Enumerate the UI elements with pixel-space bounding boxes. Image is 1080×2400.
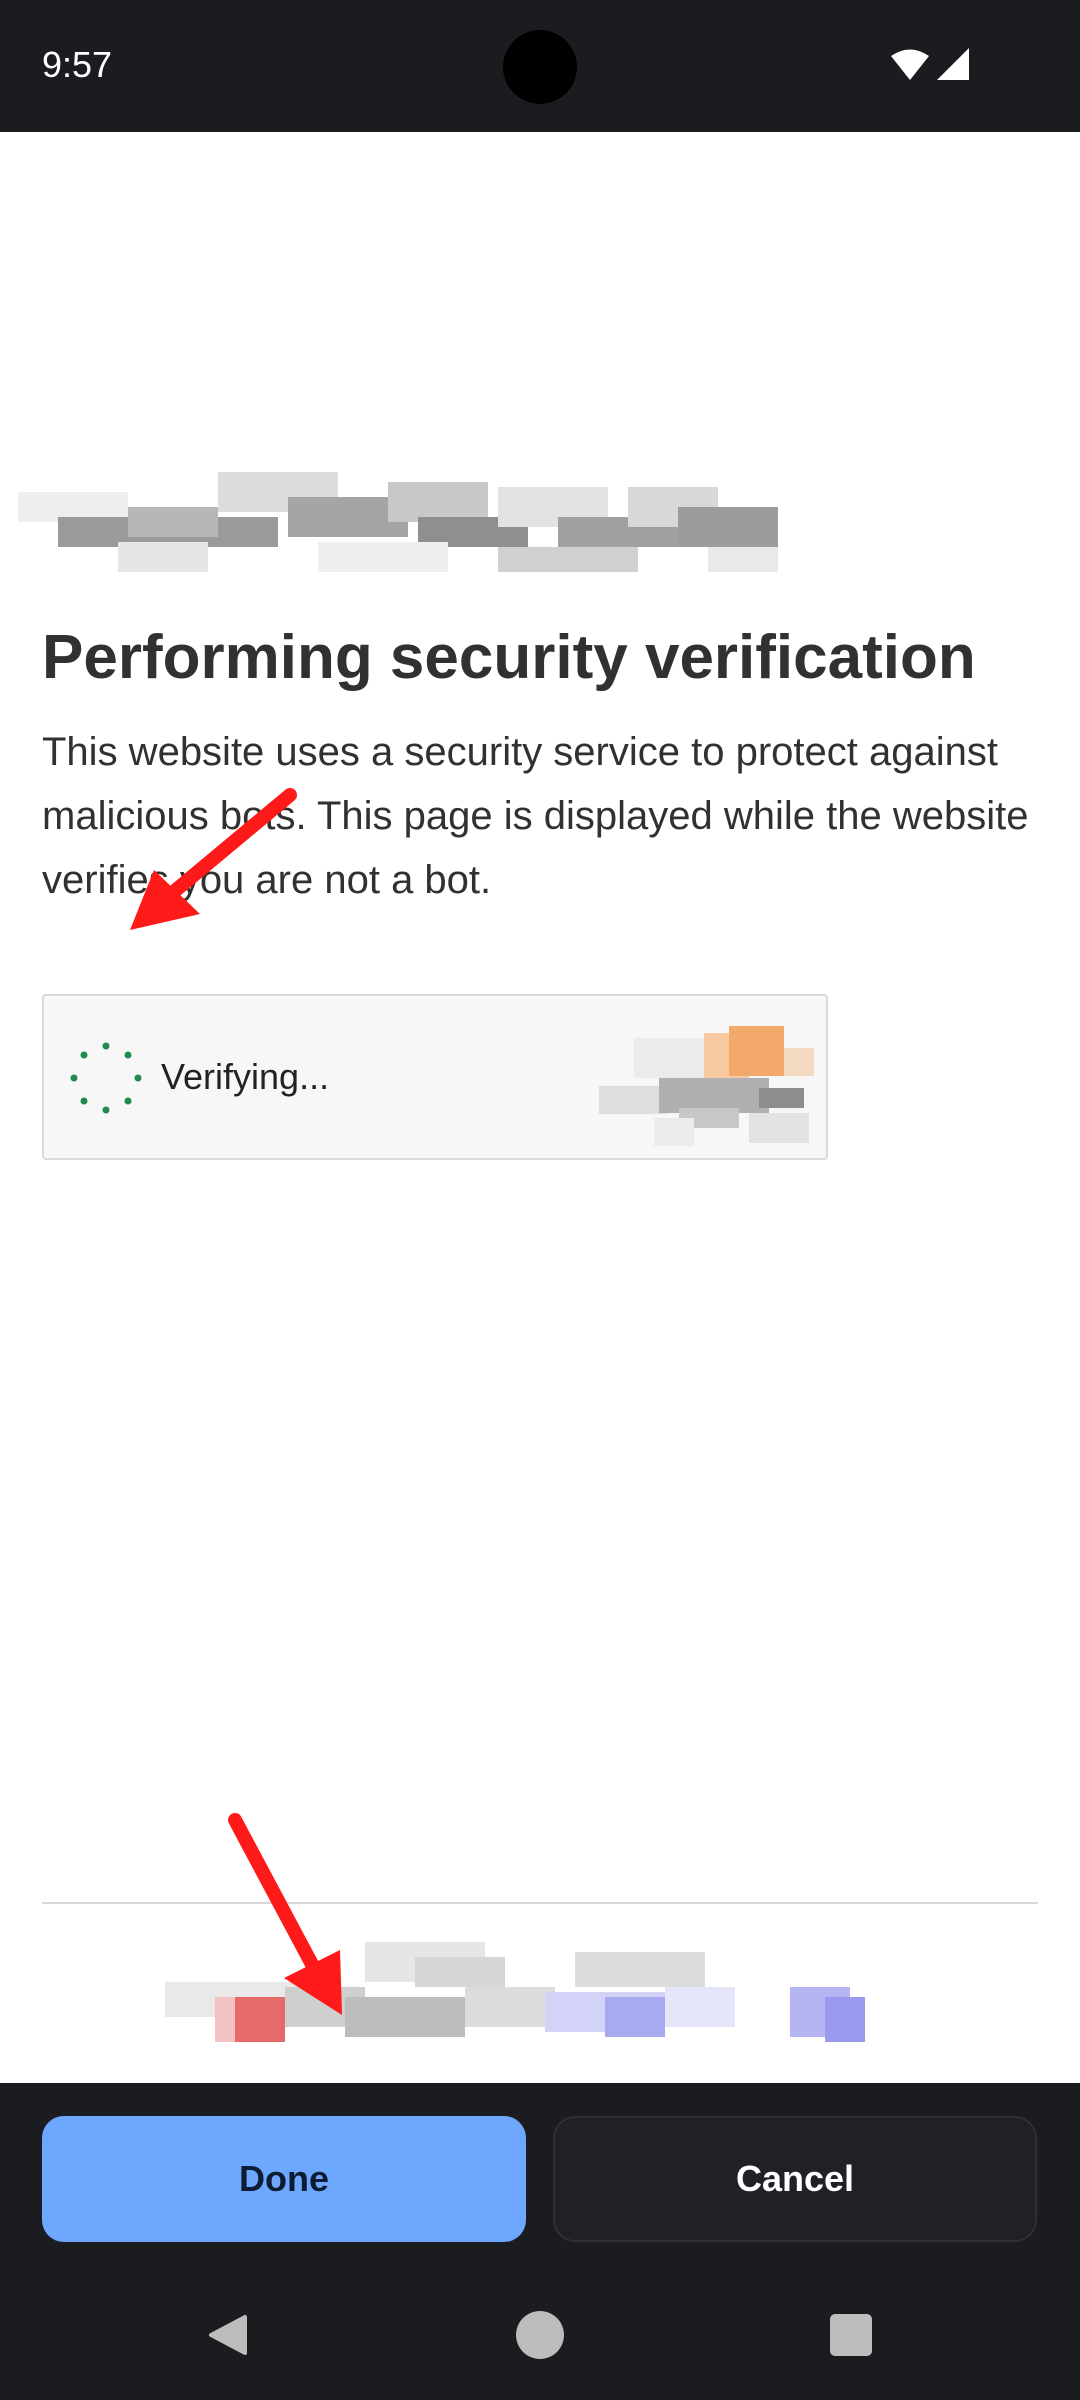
recents-icon[interactable] — [830, 2314, 872, 2356]
cancel-button[interactable]: Cancel — [553, 2116, 1037, 2242]
verifying-status: Verifying... — [161, 1056, 330, 1097]
home-icon[interactable] — [516, 2311, 564, 2359]
blurred-provider-logo — [599, 1026, 814, 1146]
web-content: Performing security verification This we… — [0, 132, 1080, 2083]
camera-cutout — [503, 30, 577, 104]
status-time: 9:57 — [42, 44, 113, 85]
verification-widget[interactable]: Verifying... — [42, 994, 828, 1160]
annotation-arrow-icon — [228, 1813, 342, 2015]
footer-divider — [42, 1902, 1038, 1904]
back-icon[interactable] — [205, 2312, 251, 2358]
spinner-icon — [70, 1042, 142, 1114]
page-title: Performing security verification — [42, 623, 976, 692]
done-button[interactable]: Done — [42, 2116, 526, 2242]
annotation-arrow-icon — [130, 788, 297, 930]
wifi-icon — [891, 49, 929, 80]
blurred-domain-image — [18, 472, 778, 572]
signal-icon — [937, 48, 969, 80]
phone-screen: 9:57 Performing security verification Th… — [0, 0, 1080, 2400]
status-bar: 9:57 — [0, 0, 1080, 132]
